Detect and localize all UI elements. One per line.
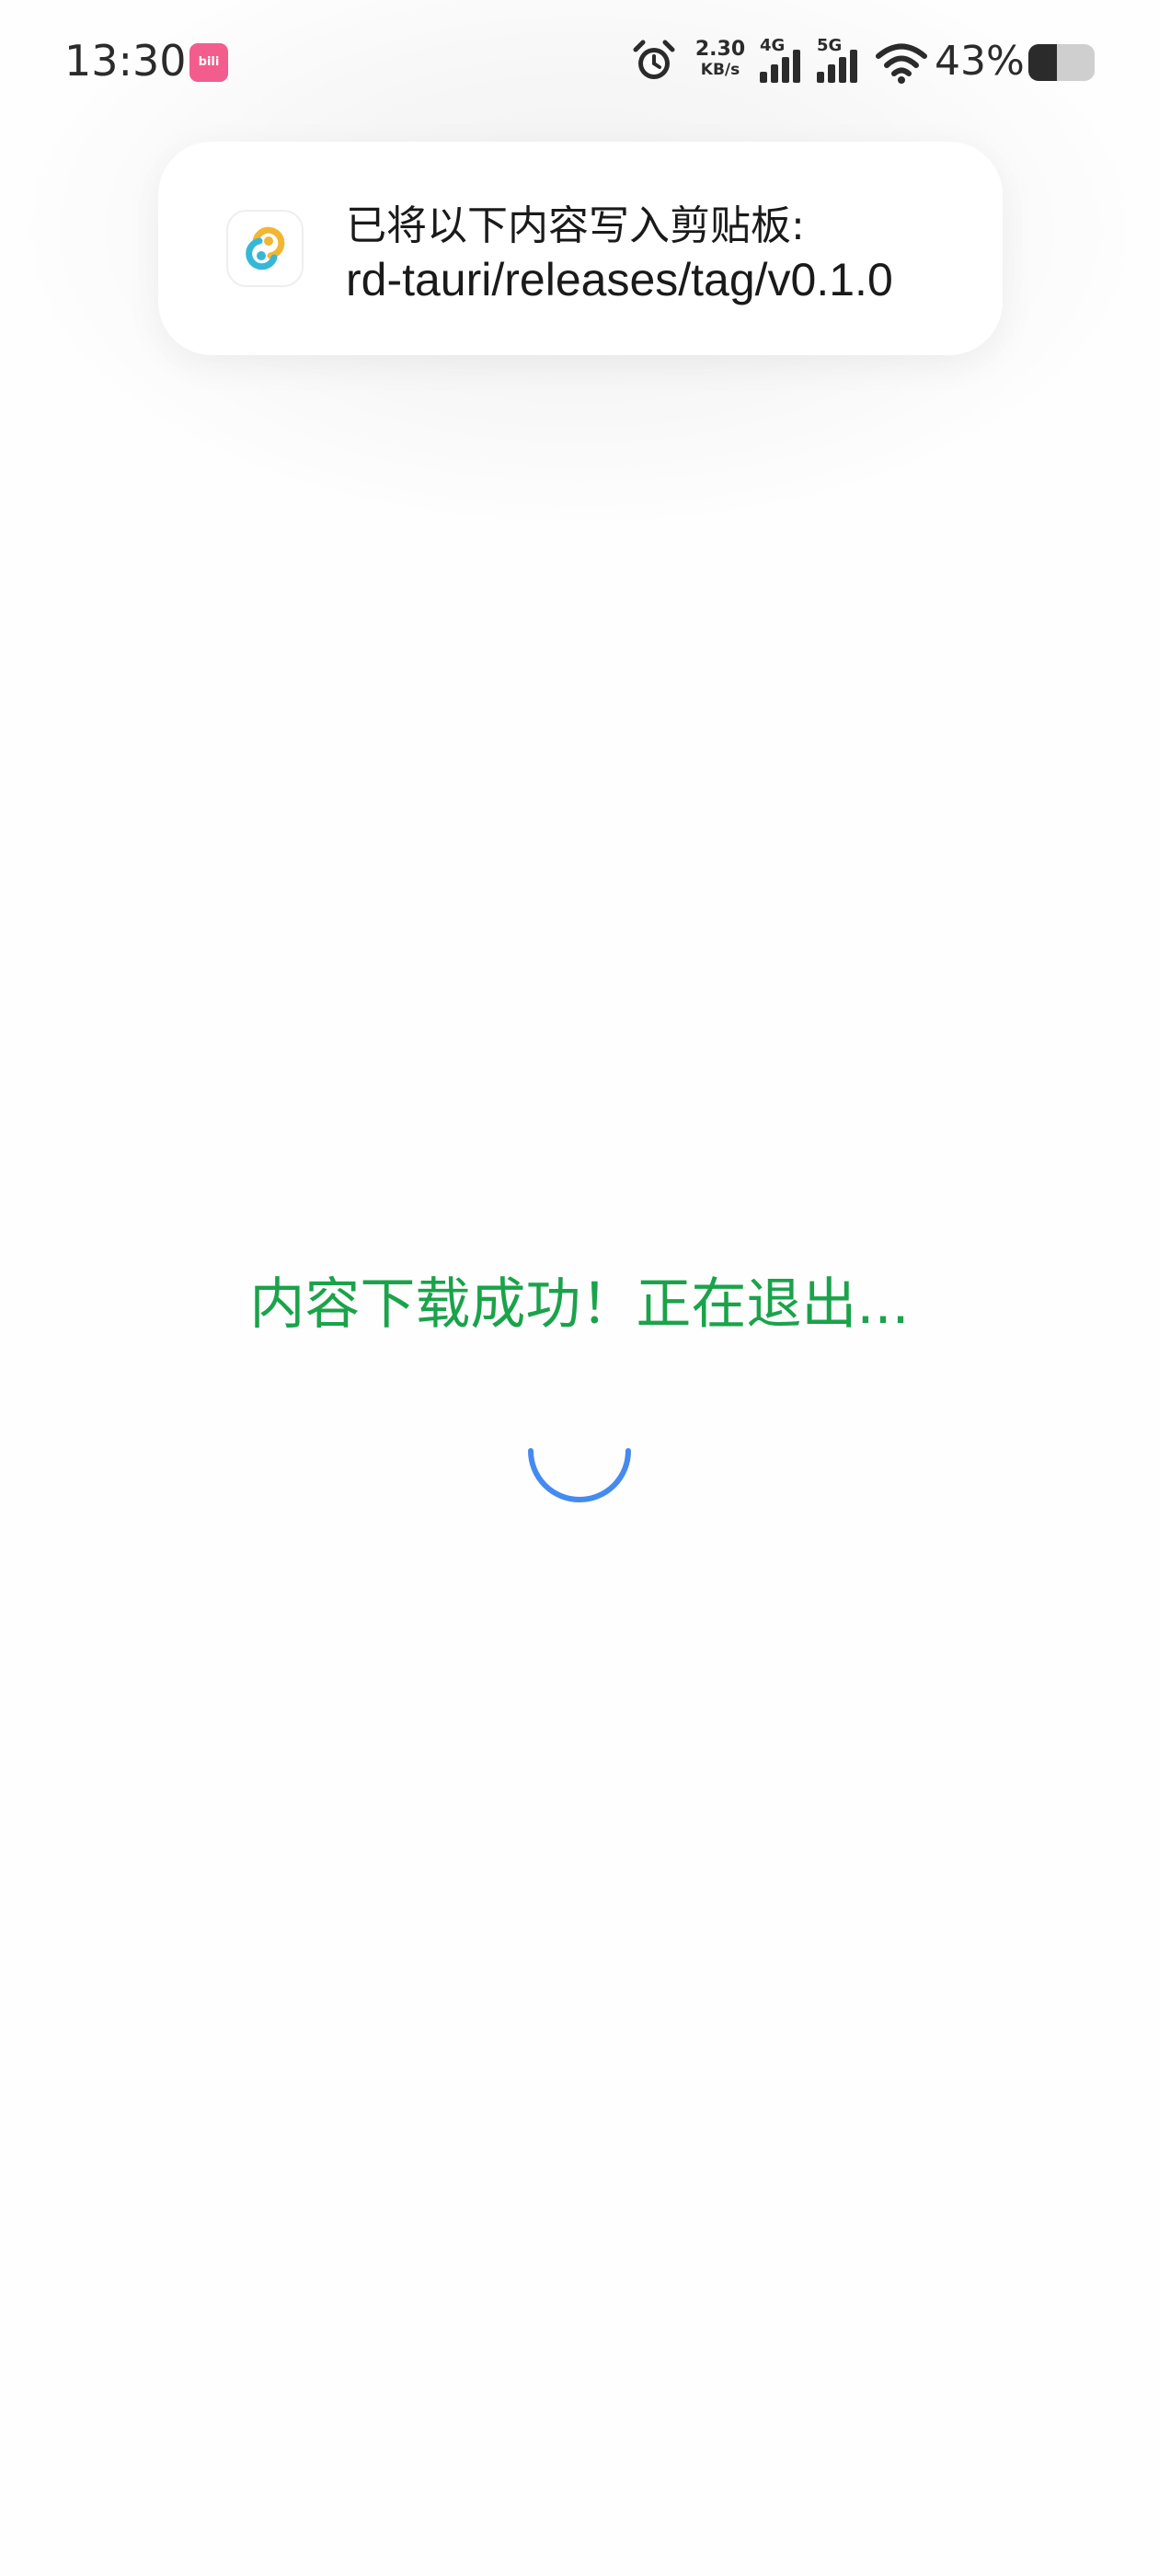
bilibili-icon: bili [189, 43, 228, 82]
network-speed-value: 2.30 [694, 38, 746, 61]
cellular-signal-icon [760, 50, 800, 83]
loading-spinner-icon [528, 1448, 631, 1502]
network-speed-unit: KB/s [700, 61, 740, 79]
battery-icon [1028, 44, 1095, 81]
status-bar: 13:30 bili 2.30 KB/s 4G 5G 43% [0, 0, 1159, 129]
clipboard-toast[interactable]: 已将以下内容写入剪贴板: rd-tauri/releases/tag/v0.1.… [158, 142, 1003, 355]
battery-percent: 43% [935, 38, 1025, 85]
battery-level-fill [1028, 44, 1057, 81]
wifi-icon [876, 43, 927, 84]
network-speed: 2.30 KB/s [692, 38, 749, 80]
status-time: 13:30 [64, 36, 187, 86]
clipboard-app-icon [226, 210, 304, 287]
app-logo-icon [246, 226, 285, 270]
download-success-message: 内容下载成功！正在退出... [249, 1272, 910, 1337]
cellular-signal-5g: 5G [817, 37, 866, 85]
cellular-signal-4g: 4G [760, 37, 809, 85]
toast-title: 已将以下内容写入剪贴板: [346, 202, 805, 249]
toast-clipboard-content: rd-tauri/releases/tag/v0.1.0 [346, 254, 893, 305]
cellular-signal-icon [817, 50, 857, 83]
alarm-clock-icon [633, 40, 675, 79]
